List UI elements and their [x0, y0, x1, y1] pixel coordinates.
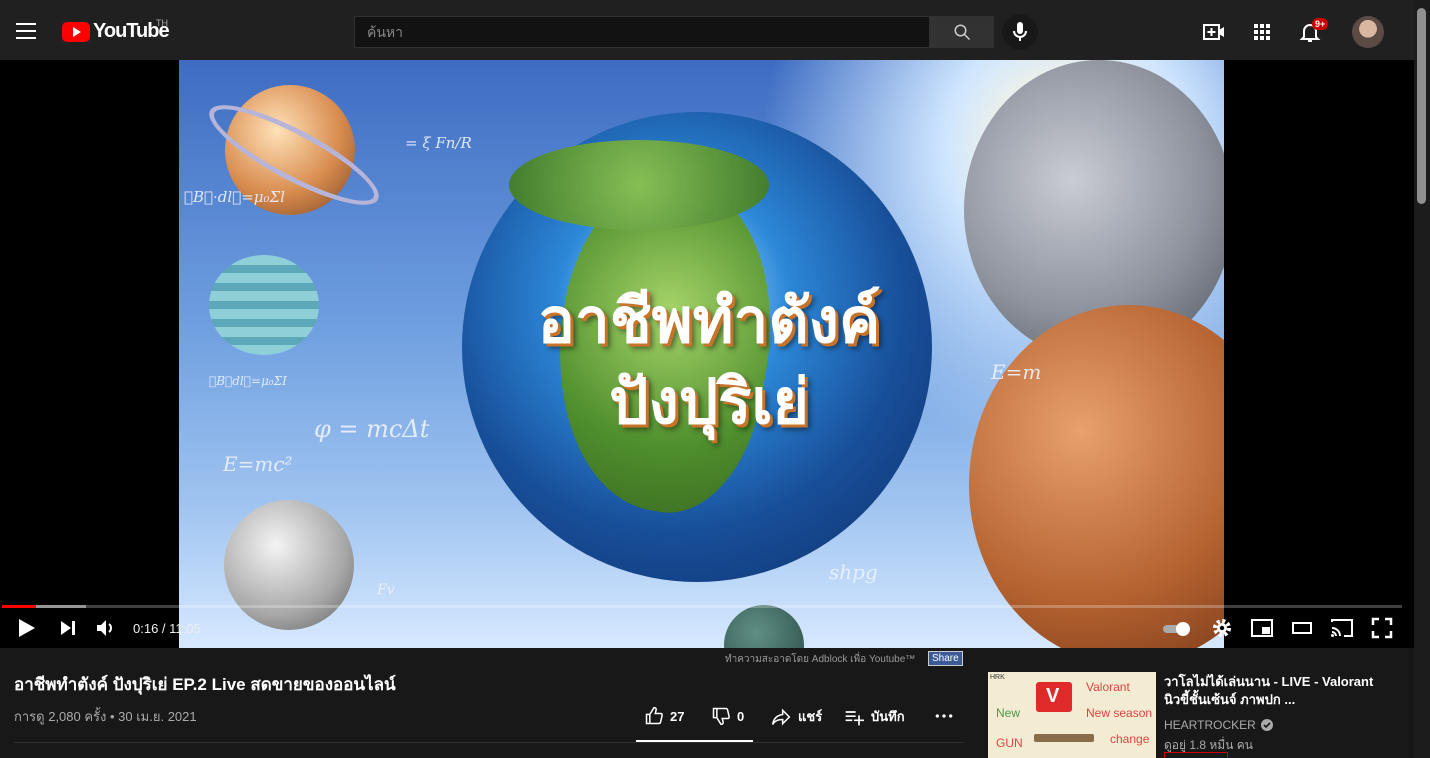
thumb-text: GUN [996, 736, 1023, 750]
formula-text: shpg [829, 560, 878, 584]
youtube-logo[interactable]: YouTube [62, 20, 170, 43]
title-art-line: ปังปุริเย่ [609, 365, 809, 438]
playlist-add-icon [845, 710, 864, 725]
formula-text: φ = mcΔt [314, 415, 430, 443]
next-icon[interactable] [56, 616, 80, 640]
masthead: YouTube TH 9+ [0, 0, 1414, 60]
more-actions-button[interactable] [934, 706, 960, 726]
like-count: 27 [670, 708, 685, 724]
dislike-button[interactable]: 0 [711, 706, 744, 726]
video-title: อาชีพทำตังค์ ปังปุริเย่ EP.2 Live สดขายข… [14, 675, 396, 694]
adblock-share-button[interactable]: Share [928, 651, 963, 666]
search-button[interactable] [929, 16, 994, 48]
volume-icon[interactable] [94, 616, 118, 640]
land-illustration [509, 140, 769, 230]
country-code: TH [156, 18, 168, 28]
video-frame[interactable]: ∮B⃗·dl⃗=μ₀Σl = ξ Fn/R ∮B⃗dl⃗=μ₀ΣI φ = mc… [179, 60, 1224, 648]
scrollbar-thumb[interactable] [1417, 8, 1426, 204]
like-button[interactable]: 27 [644, 706, 684, 726]
share-label: แชร์ [798, 709, 823, 724]
recommendation-channel[interactable]: HEARTROCKER [1164, 718, 1273, 732]
more-icon [935, 714, 953, 718]
thumb-text: Valorant [1086, 680, 1130, 694]
channel-name: HEARTROCKER [1164, 718, 1256, 732]
menu-icon[interactable] [16, 23, 36, 39]
formula-text: ∮B⃗·dl⃗=μ₀Σl [184, 188, 285, 206]
apps-icon[interactable] [1250, 20, 1274, 44]
video-title-art: อาชีพทำตังค์ ปังปุริเย่ [499, 285, 919, 447]
formula-text: Fv [377, 582, 395, 598]
create-video-icon[interactable] [1202, 20, 1226, 44]
recommendation-thumbnail[interactable]: HRK Valorant New season change New GUN [988, 672, 1156, 758]
youtube-play-icon [62, 21, 90, 42]
save-label: บันทึก [871, 709, 905, 724]
valorant-logo-icon [1036, 682, 1072, 712]
live-badge [1164, 752, 1228, 758]
thumbs-up-icon [645, 706, 663, 725]
thumb-text: New season [1086, 706, 1153, 720]
video-meta: การดู 2,080 ครั้ง • 30 เม.ย. 2021 [14, 709, 197, 724]
scrollbar[interactable] [1414, 0, 1430, 758]
fullscreen-icon[interactable] [1370, 616, 1394, 640]
save-button[interactable]: บันทึก [843, 706, 905, 727]
grey-moon-illustration [224, 500, 354, 630]
formula-text: E=m [991, 360, 1042, 384]
gun-illustration [1034, 734, 1094, 742]
verified-icon [1260, 719, 1273, 731]
cast-icon[interactable] [1330, 616, 1354, 640]
progress-played [2, 605, 36, 608]
video-player[interactable]: ∮B⃗·dl⃗=μ₀Σl = ξ Fn/R ∮B⃗dl⃗=μ₀ΣI φ = mc… [0, 60, 1414, 648]
voice-search-button[interactable] [1002, 14, 1038, 50]
notification-badge: 9+ [1312, 18, 1329, 30]
thumb-text: HRK [990, 674, 1005, 681]
thumb-text: change [1110, 732, 1150, 746]
progress-bar[interactable] [2, 605, 1402, 608]
play-icon[interactable] [14, 616, 38, 640]
search-box [354, 16, 930, 48]
small-planet-illustration [724, 605, 804, 648]
divider [14, 742, 964, 743]
time-display: 0:16 / 11:05 [133, 621, 201, 636]
avatar[interactable] [1352, 16, 1384, 48]
formula-text: = ξ Fn/R [405, 134, 472, 152]
thumbs-down-icon [712, 707, 730, 726]
search-icon [954, 24, 971, 41]
thumb-text: New [996, 706, 1021, 720]
dislike-count: 0 [737, 708, 745, 724]
mars-illustration [969, 305, 1224, 648]
title-art-line: อาชีพทำตังค์ [537, 284, 881, 357]
share-button[interactable]: แชร์ [770, 706, 822, 727]
gear-icon[interactable] [1210, 616, 1234, 640]
uranus-illustration [209, 255, 319, 355]
adblock-notice: ทำความสะอาดโดย Adblock เพื่อ Youtube™ [725, 654, 916, 665]
formula-text: E=mc² [223, 452, 293, 476]
recommendation-title[interactable]: วาโลไม่ได้เล่นนาน - LIVE - Valorant นิวข… [1164, 673, 1374, 709]
share-icon [771, 708, 791, 725]
search-input[interactable] [355, 17, 929, 47]
microphone-icon [1013, 22, 1027, 41]
formula-text: ∮B⃗dl⃗=μ₀ΣI [209, 374, 287, 388]
theater-mode-icon[interactable] [1290, 616, 1314, 640]
miniplayer-icon[interactable] [1250, 616, 1274, 640]
autoplay-toggle[interactable] [1163, 622, 1193, 636]
autoplay-knob [1176, 622, 1190, 636]
